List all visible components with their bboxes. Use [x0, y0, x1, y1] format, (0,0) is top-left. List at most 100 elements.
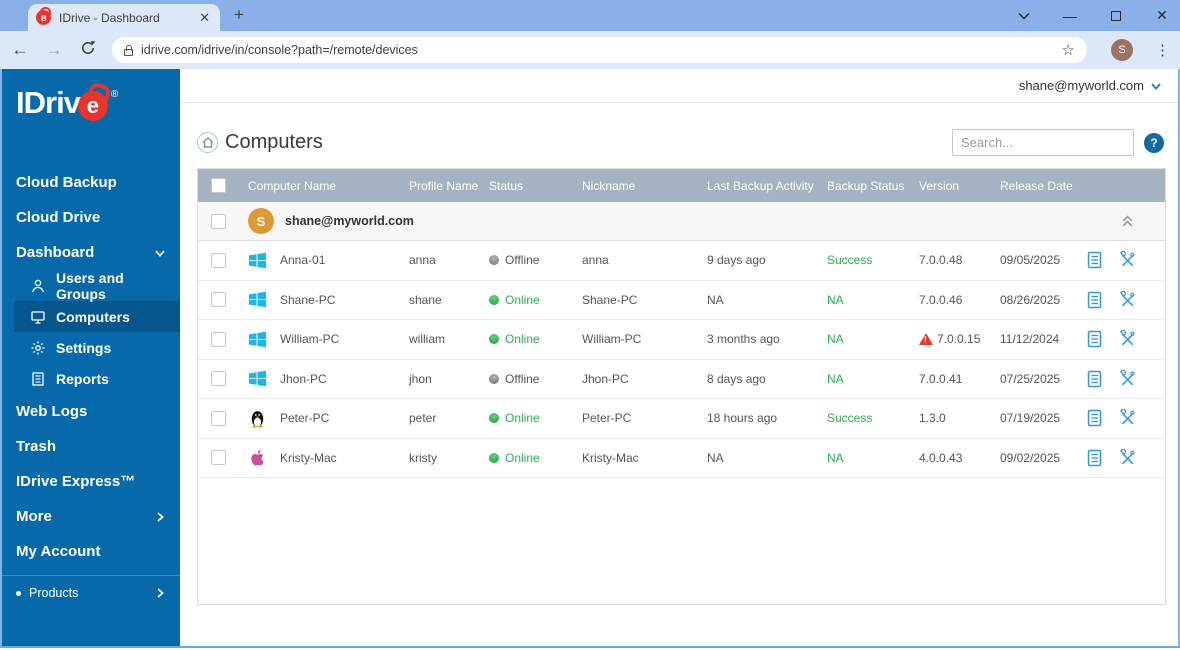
sidebar-item-idrive-express[interactable]: IDrive Express™ — [2, 464, 180, 499]
computer-name[interactable]: Anna-01 — [280, 253, 325, 267]
sidebar-item-products[interactable]: Products — [2, 576, 180, 610]
computer-name[interactable]: Jhon-PC — [280, 372, 327, 386]
report-document-icon — [32, 371, 44, 386]
sidebar-item-dashboard[interactable]: Dashboard — [2, 235, 180, 270]
view-logs-icon[interactable] — [1086, 370, 1104, 388]
group-email: shane@myworld.com — [285, 214, 414, 228]
view-logs-icon[interactable] — [1086, 449, 1104, 467]
view-logs-icon[interactable] — [1086, 330, 1104, 348]
col-version[interactable]: Version — [919, 179, 1000, 193]
status-text: Online — [505, 292, 540, 307]
col-profile-name[interactable]: Profile Name — [409, 179, 489, 193]
backup-status: NA — [827, 332, 844, 347]
col-release-date[interactable]: Release Date — [1000, 179, 1086, 193]
sidebar-item-more[interactable]: More — [2, 499, 180, 534]
status-text: Offline — [505, 371, 540, 386]
bookmark-star-icon[interactable]: ☆ — [1062, 41, 1075, 59]
row-checkbox[interactable] — [211, 292, 226, 308]
browser-menu-icon[interactable]: ⋮ — [1155, 41, 1170, 59]
sidebar-item-cloud-backup[interactable]: Cloud Backup — [2, 165, 180, 200]
col-status[interactable]: Status — [489, 179, 582, 193]
sidebar-item-computers[interactable]: Computers — [14, 301, 180, 332]
browser-tab[interactable]: e IDrive - Dashboard ✕ — [28, 4, 220, 31]
reload-button[interactable] — [78, 40, 98, 61]
collapse-group-icon[interactable] — [1120, 214, 1135, 229]
chevron-right-icon — [157, 511, 164, 522]
lock-icon — [124, 44, 133, 56]
col-last-backup-activity[interactable]: Last Backup Activity — [707, 179, 827, 193]
url-bar[interactable]: idrive.com/idrive/in/console?path=/remot… — [112, 37, 1087, 63]
table-row: Jhon-PC jhon Offline Jhon-PC 8 days ago … — [198, 360, 1165, 399]
help-button[interactable]: ? — [1144, 132, 1164, 153]
col-nickname[interactable]: Nickname — [582, 179, 707, 193]
search-box — [952, 129, 1137, 156]
row-checkbox[interactable] — [211, 371, 226, 387]
computer-name[interactable]: Kristy-Mac — [280, 451, 337, 465]
sidebar-item-web-logs[interactable]: Web Logs — [2, 394, 180, 429]
version: 4.0.0.43 — [919, 450, 963, 465]
group-checkbox[interactable] — [211, 213, 226, 229]
forward-button[interactable]: → — [44, 40, 64, 60]
backup-status: Success — [827, 253, 873, 268]
computer-name[interactable]: Shane-PC — [280, 293, 335, 307]
sidebar: IDriv e ® Cloud Backup Cloud Drive Dashb… — [2, 69, 180, 646]
table-body: Anna-01 anna Offline anna 9 days ago Suc… — [198, 241, 1165, 478]
nickname: Shane-PC — [582, 292, 638, 307]
remote-manage-tools-icon[interactable] — [1118, 251, 1136, 269]
remote-manage-tools-icon[interactable] — [1118, 409, 1136, 427]
account-chevron-down-icon[interactable] — [1150, 80, 1162, 92]
status-dot-icon — [489, 373, 499, 384]
release-date: 09/05/2025 — [1000, 253, 1061, 268]
user-icon — [32, 279, 44, 292]
table-row: Anna-01 anna Offline anna 9 days ago Suc… — [198, 241, 1165, 281]
view-logs-icon[interactable] — [1086, 409, 1104, 427]
close-button[interactable]: ✕ — [1154, 7, 1170, 24]
back-button[interactable]: ← — [10, 40, 30, 60]
row-checkbox[interactable] — [211, 252, 226, 268]
nickname: Peter-PC — [582, 411, 632, 426]
computer-name[interactable]: Peter-PC — [280, 411, 329, 425]
release-date: 11/12/2024 — [1000, 332, 1060, 347]
tab-search-chevron-icon[interactable] — [1016, 12, 1032, 20]
browser-profile-avatar[interactable]: S — [1111, 39, 1133, 61]
chevron-down-icon — [155, 249, 165, 257]
last-backup-activity: 9 days ago — [707, 253, 766, 268]
group-row: S shane@myworld.com — [198, 202, 1165, 241]
col-backup-status[interactable]: Backup Status — [827, 179, 919, 193]
row-checkbox[interactable] — [211, 410, 226, 426]
home-icon[interactable] — [197, 132, 218, 153]
remote-manage-tools-icon[interactable] — [1118, 290, 1136, 309]
status-text: Offline — [505, 253, 540, 268]
backup-status: NA — [827, 292, 844, 307]
status-dot-icon — [489, 413, 499, 424]
col-computer-name[interactable]: Computer Name — [248, 179, 409, 193]
sidebar-item-cloud-drive[interactable]: Cloud Drive — [2, 200, 180, 235]
sidebar-item-reports[interactable]: Reports — [2, 363, 180, 394]
remote-manage-tools-icon[interactable] — [1118, 448, 1136, 467]
row-checkbox[interactable] — [211, 450, 226, 466]
view-logs-icon[interactable] — [1086, 291, 1104, 309]
search-input[interactable] — [961, 135, 1137, 150]
remote-manage-tools-icon[interactable] — [1118, 369, 1136, 388]
nickname: Jhon-PC — [582, 371, 629, 386]
sidebar-item-settings[interactable]: Settings — [2, 332, 180, 363]
select-all-checkbox[interactable] — [211, 178, 226, 193]
minimize-button[interactable]: — — [1062, 8, 1078, 24]
sidebar-item-trash[interactable]: Trash — [2, 429, 180, 464]
view-logs-icon[interactable] — [1086, 251, 1104, 269]
logo-registered-mark: ® — [110, 89, 119, 100]
row-checkbox[interactable] — [211, 331, 226, 347]
sidebar-item-my-account[interactable]: My Account — [2, 534, 180, 569]
nickname: anna — [582, 253, 609, 268]
new-tab-button[interactable]: + — [234, 1, 244, 31]
sidebar-item-users-and-groups[interactable]: Users and Groups — [2, 270, 180, 302]
tab-close-icon[interactable]: ✕ — [197, 10, 212, 26]
version: 7.0.0.15 — [937, 332, 981, 347]
browser-titlebar: e IDrive - Dashboard ✕ + — ✕ — [0, 0, 1180, 31]
computer-name[interactable]: William-PC — [280, 332, 339, 346]
url-text: idrive.com/idrive/in/console?path=/remot… — [141, 43, 418, 57]
windows-logo-icon — [248, 292, 267, 308]
windows-logo-icon — [248, 371, 267, 387]
maximize-button[interactable] — [1108, 10, 1124, 21]
remote-manage-tools-icon[interactable] — [1118, 330, 1136, 348]
